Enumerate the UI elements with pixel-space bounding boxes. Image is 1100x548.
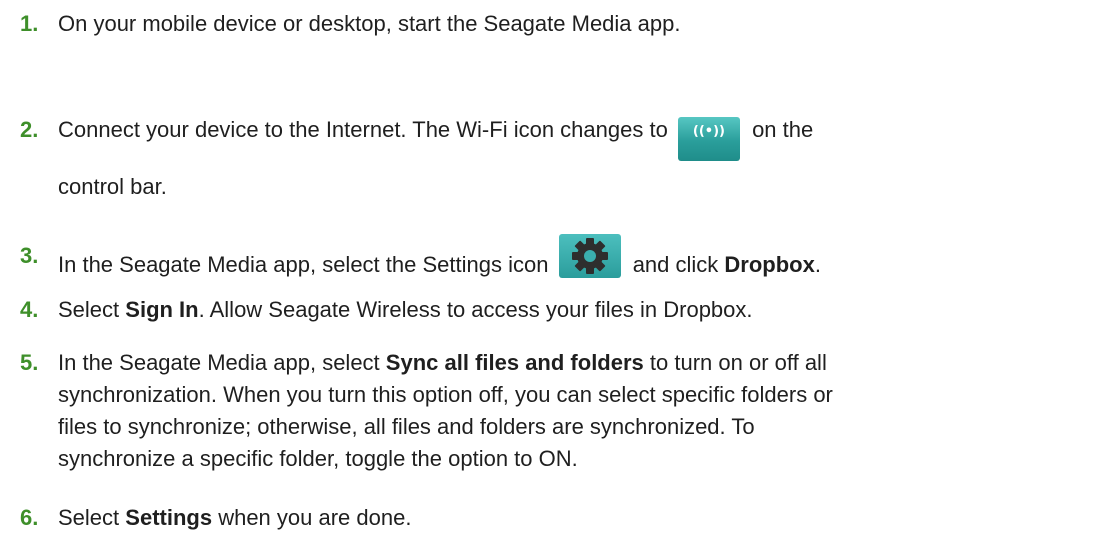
step-number: 1. xyxy=(20,11,39,36)
step-number: 3. xyxy=(20,243,39,268)
step-text: In the Seagate Media app, select the Set… xyxy=(58,234,1060,284)
gear-icon xyxy=(558,234,621,278)
step-6: 6. Select Settings when you are done. xyxy=(0,502,1060,534)
step-5: 5. In the Seagate Media app, select Sync… xyxy=(0,347,1060,475)
step-number: 6. xyxy=(20,505,39,530)
wifi-connected-icon: ((•)) xyxy=(677,117,740,161)
step-text: Select Settings when you are done. xyxy=(58,505,412,530)
step-4: 4. Select Sign In. Allow Seagate Wireles… xyxy=(0,294,1060,326)
step-text: On your mobile device or desktop, start … xyxy=(58,11,681,36)
step-text: In the Seagate Media app, select Sync al… xyxy=(58,350,833,471)
step-number: 4. xyxy=(20,297,39,322)
step-3: 3. In the Seagate Media app, select the … xyxy=(0,234,1060,284)
step-number: 2. xyxy=(20,117,39,142)
step-1: 1. On your mobile device or desktop, sta… xyxy=(0,8,1060,40)
step-2: 2. Connect your device to the Internet. … xyxy=(0,114,1060,203)
step-number: 5. xyxy=(20,350,39,375)
step-text: Connect your device to the Internet. The… xyxy=(58,117,814,199)
step-text: Select Sign In. Allow Seagate Wireless t… xyxy=(58,297,753,322)
instruction-steps: 1. On your mobile device or desktop, sta… xyxy=(0,0,1100,548)
